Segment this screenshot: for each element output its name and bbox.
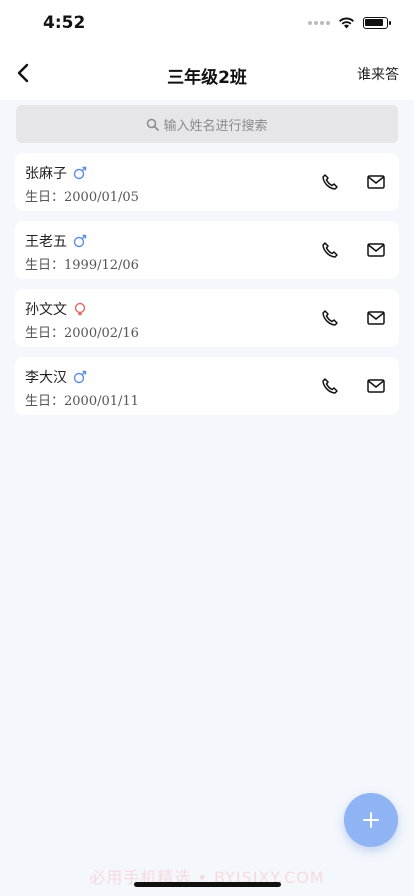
birthday-label: 生日： [25,258,65,273]
student-name-row: 孙文文 [25,299,87,319]
home-indicator [134,882,281,887]
birthday-label: 生日： [25,190,65,205]
phone-icon[interactable] [321,241,339,259]
male-icon [73,234,87,248]
student-name-row: 李大汉 [25,367,87,387]
phone-icon[interactable] [321,377,339,395]
student-name: 孙文文 [25,302,67,318]
student-name: 张麻子 [25,166,67,182]
student-birthday: 生日：2000/01/11 [25,390,139,409]
student-name-row: 王老五 [25,231,87,251]
birthday-value: 2000/01/11 [64,394,139,409]
phone-icon[interactable] [321,173,339,191]
student-card[interactable]: 李大汉 生日：2000/01/11 [15,357,399,415]
student-name-row: 张麻子 [25,163,87,183]
page-title: 三年级2班 [167,68,247,88]
mail-icon[interactable] [367,242,385,258]
birthday-value: 2000/01/05 [64,190,139,205]
female-icon [74,302,86,316]
birthday-label: 生日： [25,326,65,341]
phone-icon[interactable] [321,309,339,327]
signal-icon [308,20,330,25]
student-card[interactable]: 孙文文 生日：2000/02/16 [15,289,399,347]
mail-icon[interactable] [367,310,385,326]
mail-icon[interactable] [367,378,385,394]
wifi-icon [339,17,354,29]
student-birthday: 生日：1999/12/06 [25,254,139,273]
student-name: 李大汉 [25,370,67,386]
birthday-value: 2000/02/16 [64,326,139,341]
plus-icon [363,812,379,828]
birthday-label: 生日： [25,394,65,409]
student-birthday: 生日：2000/02/16 [25,322,139,341]
mail-icon[interactable] [367,174,385,190]
status-icons [308,16,391,29]
search-input[interactable]: 输入姓名进行搜索 [16,105,398,143]
student-name: 王老五 [25,234,67,250]
search-placeholder: 输入姓名进行搜索 [163,118,268,134]
search-icon [147,118,160,131]
male-icon [73,370,87,384]
student-card[interactable]: 王老五 生日：1999/12/06 [15,221,399,279]
battery-icon [363,16,391,29]
status-time: 4:52 [43,13,86,33]
status-bar: 4:52 [0,0,414,48]
student-list: 张麻子 生日：2000/01/05 王老五 生日：1999/12/06 孙文文 … [15,153,399,425]
male-icon [73,166,87,180]
who-answers-button[interactable]: 谁来答 [357,64,399,84]
add-student-button[interactable] [344,793,398,847]
birthday-value: 1999/12/06 [64,258,139,273]
student-card[interactable]: 张麻子 生日：2000/01/05 [15,153,399,211]
student-birthday: 生日：2000/01/05 [25,186,139,205]
nav-bar: 三年级2班 谁来答 [0,48,414,100]
